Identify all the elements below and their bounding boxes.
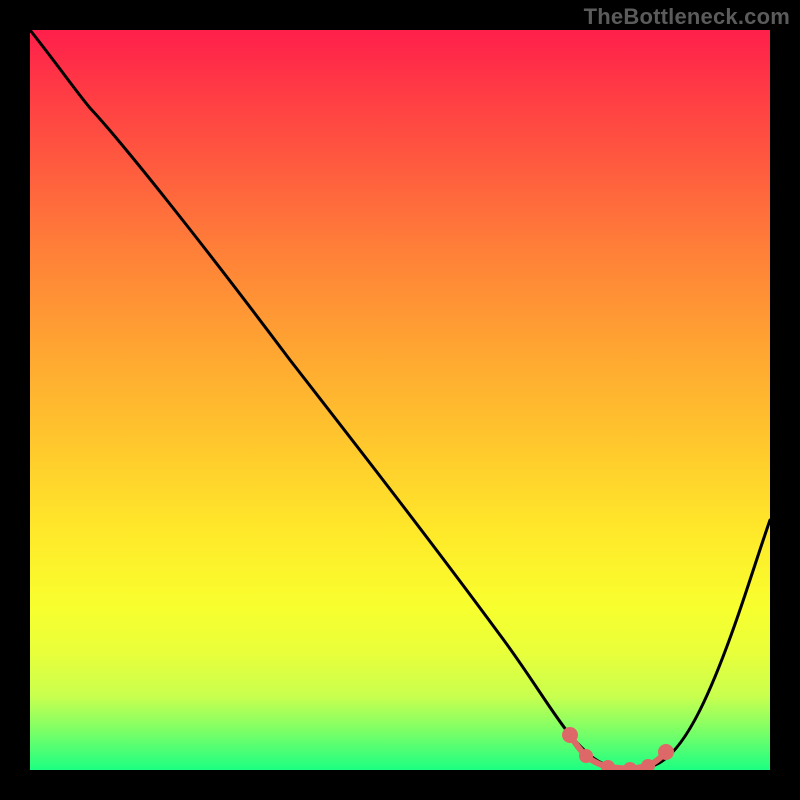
optimal-band-markers bbox=[565, 730, 671, 770]
plot-area bbox=[30, 30, 770, 770]
bottom-border bbox=[0, 770, 800, 800]
bottleneck-curve bbox=[30, 30, 770, 769]
chart-frame: TheBottleneck.com bbox=[0, 0, 800, 800]
watermark-text: TheBottleneck.com bbox=[584, 4, 790, 30]
curve-layer bbox=[30, 30, 770, 770]
